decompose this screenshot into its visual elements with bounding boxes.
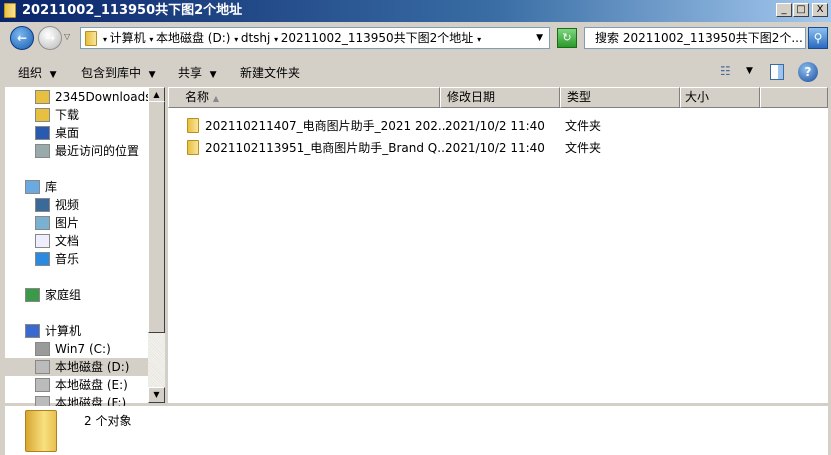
- breadcrumb-dtshj[interactable]: dtshj: [241, 31, 271, 45]
- file-type: 文件夹: [565, 141, 602, 155]
- nav-item-label: 音乐: [55, 252, 80, 266]
- forward-button[interactable]: →: [38, 26, 62, 50]
- include-in-library-menu[interactable]: 包含到库中 ▼: [81, 64, 156, 81]
- nav-item[interactable]: 2345Downloads: [5, 88, 152, 106]
- homegroup-icon: [25, 288, 40, 302]
- nav-item-label: 2345Downloads: [55, 90, 152, 104]
- address-bar[interactable]: ▾ 计算机 ▾ 本地磁盘 (D:) ▾ dtshj ▾ 20211002_113…: [80, 27, 550, 49]
- history-dropdown-icon[interactable]: ▽: [64, 32, 70, 41]
- music-icon: [35, 252, 50, 266]
- nav-item-label: 文档: [55, 234, 80, 248]
- nav-item[interactable]: 图片: [5, 214, 148, 232]
- command-bar: 组织 ▼ 包含到库中 ▼ 共享 ▼ 新建文件夹 ☷ ▼ ?: [0, 58, 831, 86]
- nav-item-label: 图片: [55, 216, 80, 230]
- nav-item[interactable]: 下载: [5, 106, 148, 124]
- preview-pane-icon[interactable]: [770, 64, 784, 80]
- minimize-button[interactable]: _: [776, 3, 792, 17]
- nav-item[interactable]: 家庭组: [5, 286, 148, 304]
- title-bar: 20211002_113950共下图2个地址: [0, 0, 831, 22]
- folder-icon: [187, 118, 199, 133]
- pictures-icon: [35, 216, 50, 230]
- nav-item[interactable]: 库: [5, 178, 148, 196]
- scroll-down-button[interactable]: ▼: [148, 387, 165, 403]
- breadcrumb-computer[interactable]: 计算机: [110, 31, 146, 45]
- breadcrumb-current[interactable]: 20211002_113950共下图2个地址: [281, 31, 474, 45]
- column-header-date[interactable]: 修改日期: [440, 87, 560, 108]
- scroll-thumb[interactable]: [148, 101, 165, 333]
- file-name: 2021102113951_电商图片助手_Brand Q...: [205, 141, 449, 155]
- file-type: 文件夹: [565, 119, 602, 133]
- nav-item-label: 库: [45, 180, 58, 194]
- nav-item[interactable]: 桌面: [5, 124, 148, 142]
- nav-item[interactable]: 文档: [5, 232, 148, 250]
- desktop-icon: [35, 126, 50, 140]
- nav-item[interactable]: 视频: [5, 196, 148, 214]
- nav-item[interactable]: 音乐: [5, 250, 148, 268]
- nav-item[interactable]: 计算机: [5, 322, 148, 340]
- search-icon[interactable]: ⚲: [808, 27, 828, 49]
- nav-item-label: 计算机: [45, 324, 82, 338]
- file-row[interactable]: 202110211407_电商图片助手_2021 202... 2021/10/…: [168, 116, 828, 136]
- window-title: 20211002_113950共下图2个地址: [22, 3, 243, 18]
- folder-icon: [187, 140, 199, 155]
- recent-places-icon: [35, 144, 50, 158]
- nav-item-label: 视频: [55, 198, 80, 212]
- nav-item-label: 下载: [55, 108, 80, 122]
- share-menu[interactable]: 共享 ▼: [178, 64, 217, 81]
- folder-large-icon: [25, 410, 57, 452]
- file-date: 2021/10/2 11:40: [445, 141, 545, 155]
- file-row[interactable]: 2021102113951_电商图片助手_Brand Q... 2021/10/…: [168, 138, 828, 158]
- organize-menu[interactable]: 组织 ▼: [18, 64, 57, 81]
- view-dropdown-icon[interactable]: ▼: [746, 66, 753, 76]
- column-header-size[interactable]: 大小: [680, 87, 760, 108]
- nav-item-label: Win7 (C:): [55, 342, 111, 356]
- nav-item-label: 本地磁盘 (D:): [55, 360, 130, 374]
- search-input[interactable]: 搜索 20211002_113950共下图2个...: [584, 27, 806, 49]
- new-folder-button[interactable]: 新建文件夹: [240, 64, 300, 81]
- breadcrumb-drive-d[interactable]: 本地磁盘 (D:): [156, 31, 230, 45]
- folder-icon: [85, 31, 97, 46]
- nav-item-label: 家庭组: [45, 288, 82, 302]
- address-dropdown-icon[interactable]: ▼: [536, 28, 543, 48]
- nav-item-label: 最近访问的位置: [55, 144, 140, 158]
- file-date: 2021/10/2 11:40: [445, 119, 545, 133]
- help-icon[interactable]: ?: [798, 62, 818, 82]
- drive-icon: [35, 360, 50, 374]
- nav-item[interactable]: 本地磁盘 (E:): [5, 376, 148, 394]
- navigation-pane: 2345Downloads 下载桌面最近访问的位置库视频图片文档音乐家庭组计算机 W…: [5, 87, 152, 410]
- system-drive-icon: [35, 342, 50, 356]
- documents-icon: [35, 234, 50, 248]
- maximize-button[interactable]: □: [793, 3, 809, 17]
- file-name: 202110211407_电商图片助手_2021 202...: [205, 119, 450, 133]
- nav-item[interactable]: 最近访问的位置: [5, 142, 148, 160]
- back-button[interactable]: ←: [10, 26, 34, 50]
- nav-item[interactable]: 本地磁盘 (D:): [5, 358, 148, 376]
- folder-icon: [35, 90, 50, 104]
- item-count: 2 个对象: [84, 414, 132, 428]
- column-header-filler: [760, 87, 828, 108]
- nav-scrollbar[interactable]: ▲ ▼: [148, 87, 165, 403]
- library-icon: [25, 180, 40, 194]
- details-pane: 2 个对象: [5, 406, 828, 455]
- nav-item[interactable]: Win7 (C:): [5, 340, 148, 358]
- close-button[interactable]: X: [812, 3, 828, 17]
- download-folder-icon: [35, 108, 50, 122]
- nav-item-label: 本地磁盘 (E:): [55, 378, 128, 392]
- column-header-type[interactable]: 类型: [560, 87, 680, 108]
- file-list: 名称 ▲ 修改日期 类型 大小 202110211407_电商图片助手_2021…: [168, 87, 828, 403]
- computer-icon: [25, 324, 40, 338]
- video-icon: [35, 198, 50, 212]
- folder-icon: [4, 3, 16, 18]
- nav-item-label: 桌面: [55, 126, 80, 140]
- drive-icon: [35, 378, 50, 392]
- column-header-name[interactable]: 名称 ▲: [168, 87, 440, 108]
- view-options-icon[interactable]: ☷: [720, 64, 731, 78]
- refresh-button[interactable]: ↻: [557, 28, 577, 48]
